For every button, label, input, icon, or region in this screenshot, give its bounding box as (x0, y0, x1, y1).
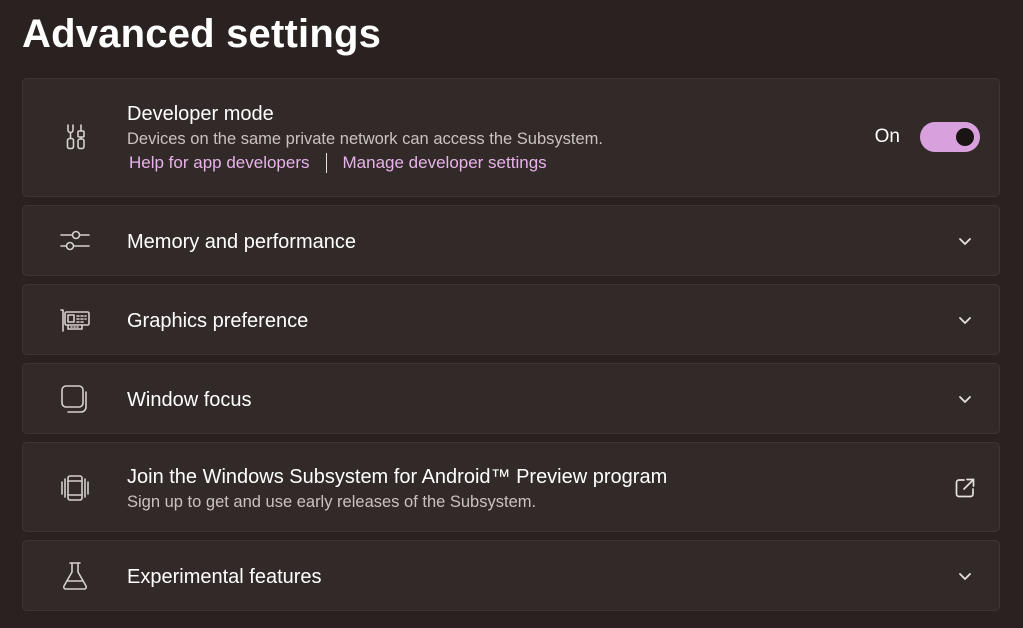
developer-mode-toggle-label: On (874, 126, 900, 147)
experimental-features-card[interactable]: Experimental features (22, 540, 1000, 611)
developer-mode-description: Devices on the same private network can … (127, 130, 603, 148)
link-separator (325, 153, 327, 173)
developer-mode-title: Developer mode (127, 103, 274, 125)
memory-performance-title: Memory and performance (127, 231, 356, 253)
window-focus-icon (57, 381, 93, 417)
preview-program-title: Join the Windows Subsystem for Android™ … (127, 466, 668, 488)
developer-links: Help for app developers Manage developer… (129, 153, 547, 173)
window-focus-card[interactable]: Window focus (22, 363, 1000, 434)
preview-program-icon (57, 470, 93, 506)
sliders-icon (57, 223, 93, 259)
chevron-down-icon[interactable] (957, 568, 973, 584)
help-for-app-developers-link[interactable]: Help for app developers (129, 153, 310, 173)
chevron-down-icon[interactable] (957, 391, 973, 407)
preview-program-description: Sign up to get and use early releases of… (127, 493, 537, 511)
graphics-card-icon (57, 302, 93, 338)
manage-developer-settings-link[interactable]: Manage developer settings (343, 153, 547, 173)
preview-program-card[interactable]: Join the Windows Subsystem for Android™ … (22, 442, 1000, 532)
graphics-preference-title: Graphics preference (127, 310, 309, 332)
experimental-features-title: Experimental features (127, 566, 322, 588)
toggle-knob (956, 128, 974, 146)
chevron-down-icon[interactable] (957, 233, 973, 249)
open-external-icon[interactable] (953, 476, 977, 500)
developer-mode-card: Developer mode Devices on the same priva… (22, 78, 1000, 197)
developer-mode-toggle-group: On (875, 122, 980, 152)
memory-performance-card[interactable]: Memory and performance (22, 205, 1000, 276)
chevron-down-icon[interactable] (957, 312, 973, 328)
flask-icon (57, 558, 93, 594)
page-title: Advanced settings (22, 12, 382, 56)
window-focus-title: Window focus (127, 389, 252, 411)
developer-tools-icon (57, 119, 93, 155)
graphics-preference-card[interactable]: Graphics preference (22, 284, 1000, 355)
developer-mode-toggle[interactable] (920, 122, 980, 152)
